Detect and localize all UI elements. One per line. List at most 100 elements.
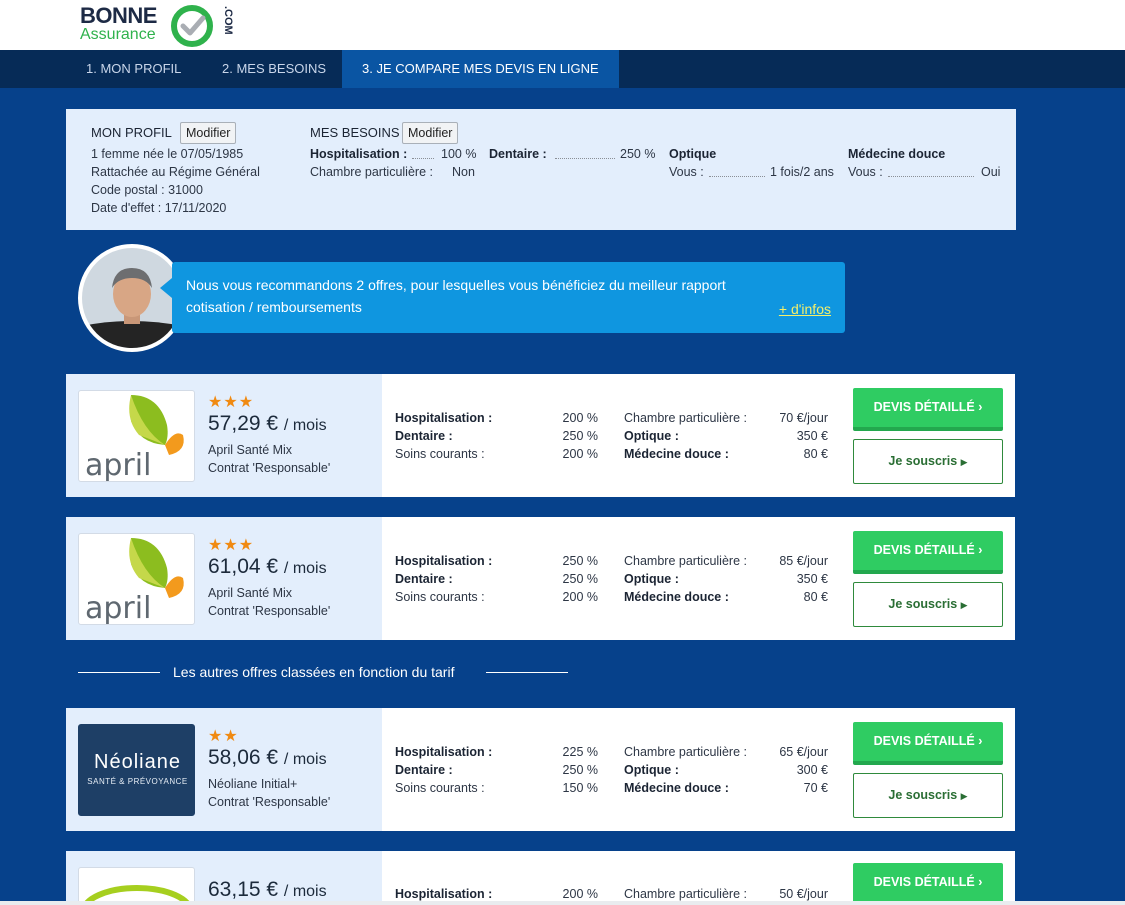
- april-leaf-icon: april: [85, 395, 184, 482]
- offer-price: 58,06 € / mois: [208, 745, 327, 773]
- medecine-title: Médecine douce: [848, 147, 946, 161]
- hosp-value: 200 %: [562, 411, 598, 425]
- chevron-right-icon: ›: [978, 734, 983, 748]
- april-logo[interactable]: april: [78, 390, 195, 482]
- april-logo[interactable]: april: [78, 533, 195, 625]
- tab-je-compare[interactable]: 3. JE COMPARE MES DEVIS EN LIGNE: [342, 50, 619, 88]
- soins-label: Soins courants :: [395, 590, 485, 604]
- bubble-arrow: [160, 278, 172, 298]
- product-name: Néoliane Initial+: [208, 777, 298, 791]
- devis-detaille-button[interactable]: DEVIS DÉTAILLÉ ›: [853, 531, 1003, 574]
- horizontal-scrollbar[interactable]: [0, 901, 1125, 905]
- logo-word-bonne: BONNE: [80, 3, 157, 28]
- price-amount: 57,29 €: [208, 412, 279, 435]
- hosp-label: Hospitalisation :: [395, 745, 493, 759]
- optique-label: Optique :: [624, 429, 679, 443]
- dent-label: Dentaire :: [395, 429, 453, 443]
- dent-label: Dentaire :: [395, 763, 453, 777]
- price-amount: 58,06 €: [208, 746, 279, 769]
- dent-value: 250 %: [562, 429, 598, 443]
- optique-value: 350 €: [796, 572, 828, 586]
- profile-line: 1 femme née le 07/05/1985: [91, 147, 244, 161]
- medecine-label: Médecine douce :: [624, 781, 729, 795]
- optique-value: 1 fois/2 ans: [770, 165, 834, 179]
- dotted-leader: [888, 176, 974, 177]
- contract-type: Contrat 'Responsable': [208, 604, 331, 618]
- souscris-button-label: Je souscris: [888, 597, 958, 611]
- dent-value: 250 %: [620, 147, 656, 161]
- chambre-label: Chambre particulière :: [624, 554, 747, 568]
- devis-button-label: DEVIS DÉTAILLÉ: [873, 400, 975, 414]
- separator-line: [78, 672, 160, 673]
- recommendation-text: Nous vous recommandons 2 offres, pour le…: [186, 277, 726, 315]
- devis-detaille-button[interactable]: DEVIS DÉTAILLÉ ›: [853, 388, 1003, 431]
- product-name: April Santé Mix: [208, 443, 293, 457]
- bonne-assurance-logo[interactable]: BONNE Assurance .COM: [80, 4, 250, 48]
- neoliane-logo[interactable]: Néoliane SANTÉ & PRÉVOYANCE: [78, 724, 195, 816]
- offer-card: 63,15 € / mois Hospitalisation : 200 % C…: [66, 851, 1015, 905]
- insurer-arc-icon: [81, 885, 193, 905]
- je-souscris-button[interactable]: Je souscris ▶: [853, 582, 1003, 627]
- devis-detaille-button[interactable]: DEVIS DÉTAILLÉ ›: [853, 863, 1003, 905]
- chambre-value: 85 €/jour: [779, 554, 828, 568]
- optique-title: Optique: [669, 147, 717, 161]
- dotted-leader: [412, 158, 434, 159]
- je-souscris-button[interactable]: Je souscris ▶: [853, 439, 1003, 484]
- chambre-value: Non: [452, 165, 475, 179]
- separator-line: [486, 672, 568, 673]
- soins-label: Soins courants :: [395, 781, 485, 795]
- optique-label: Vous :: [669, 165, 704, 179]
- hosp-value: 250 %: [562, 554, 598, 568]
- hosp-value: 100 %: [441, 147, 477, 161]
- hosp-label: Hospitalisation :: [395, 554, 493, 568]
- step-navigation: 1. MON PROFIL 2. MES BESOINS 3. JE COMPA…: [0, 50, 1125, 88]
- offer-card: april ★★★ 61,04 € / mois April Santé Mix…: [66, 517, 1015, 640]
- profile-line: Code postal : 31000: [91, 183, 203, 197]
- tab-mon-profil[interactable]: 1. MON PROFIL: [66, 50, 201, 88]
- chambre-value: 65 €/jour: [779, 745, 828, 759]
- rating-stars: ★★★: [208, 537, 255, 554]
- je-souscris-button[interactable]: Je souscris ▶: [853, 773, 1003, 818]
- svg-text:april: april: [85, 448, 151, 482]
- modify-needs-button[interactable]: Modifier: [402, 122, 459, 144]
- advisor-photo-icon: [82, 248, 182, 348]
- hosp-label: Hospitalisation :: [310, 147, 408, 161]
- chevron-right-icon: ›: [978, 400, 983, 414]
- dent-value: 250 %: [562, 763, 598, 777]
- medecine-value: 80 €: [803, 590, 828, 604]
- price-amount: 63,15 €: [208, 878, 279, 901]
- profile-line: Rattachée au Régime Général: [91, 165, 260, 179]
- medecine-value: 80 €: [803, 447, 828, 461]
- insurer-logo[interactable]: [78, 867, 195, 905]
- medecine-value: 70 €: [803, 781, 828, 795]
- dent-value: 250 %: [562, 572, 598, 586]
- modify-profile-button[interactable]: Modifier: [180, 122, 237, 144]
- offer-price: 57,29 € / mois: [208, 411, 327, 439]
- devis-button-label: DEVIS DÉTAILLÉ: [873, 543, 975, 557]
- other-offers-separator: Les autres offres classées en fonction d…: [78, 662, 568, 682]
- header: BONNE Assurance .COM: [0, 0, 1125, 50]
- triangle-right-icon: ▶: [960, 600, 968, 610]
- chambre-label: Chambre particulière :: [310, 165, 433, 179]
- medecine-label: Vous :: [848, 165, 883, 179]
- dent-label: Dentaire :: [489, 147, 547, 161]
- april-leaf-icon: april: [85, 538, 184, 625]
- profile-line: Date d'effet : 17/11/2020: [91, 201, 227, 215]
- price-amount: 61,04 €: [208, 555, 279, 578]
- hosp-label: Hospitalisation :: [395, 411, 493, 425]
- svg-text:april: april: [85, 591, 151, 625]
- price-period: / mois: [283, 751, 327, 768]
- hosp-value: 225 %: [562, 745, 598, 759]
- offer-card: Néoliane SANTÉ & PRÉVOYANCE ★★ 58,06 € /…: [66, 708, 1015, 831]
- chambre-label: Chambre particulière :: [624, 745, 747, 759]
- contract-type: Contrat 'Responsable': [208, 795, 331, 809]
- needs-title: MES BESOINS: [310, 125, 400, 140]
- devis-detaille-button[interactable]: DEVIS DÉTAILLÉ ›: [853, 722, 1003, 765]
- offer-card: april ★★★ 57,29 € / mois April Santé Mix…: [66, 374, 1015, 497]
- optique-label: Optique :: [624, 572, 679, 586]
- more-info-link[interactable]: + d'infos: [779, 298, 831, 320]
- tab-mes-besoins[interactable]: 2. MES BESOINS: [202, 50, 346, 88]
- soins-value: 200 %: [562, 590, 598, 604]
- optique-value: 350 €: [796, 429, 828, 443]
- optique-value: 300 €: [796, 763, 828, 777]
